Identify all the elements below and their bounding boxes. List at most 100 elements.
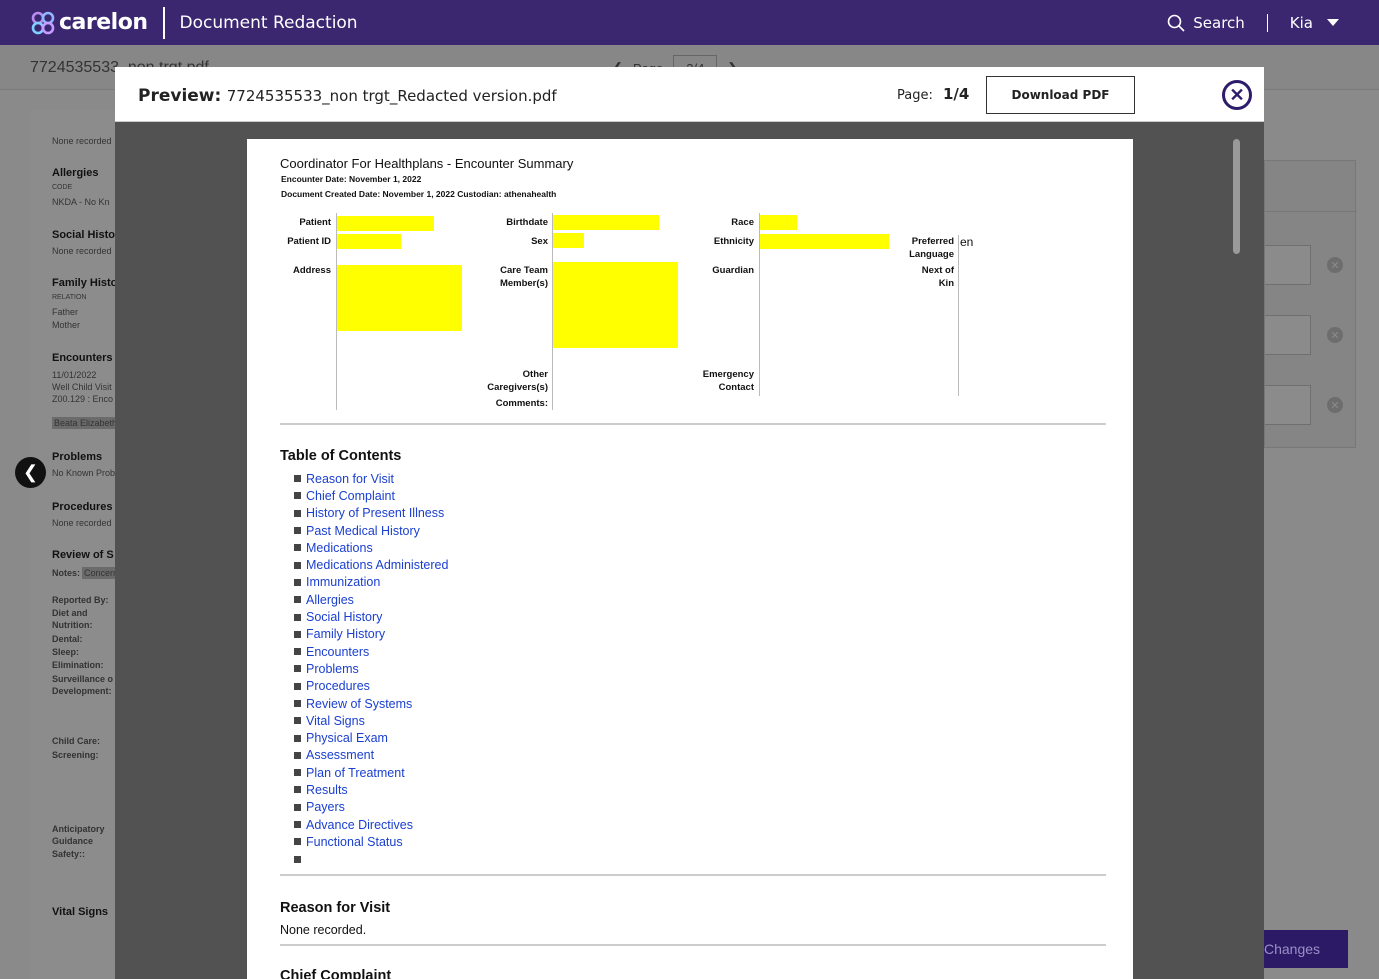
bullet-square-icon [294,544,301,552]
toc-link[interactable]: Allergies [306,593,354,607]
toc-link[interactable]: Problems [306,662,359,676]
toc-item[interactable]: Procedures [294,678,448,695]
header-divider-thin [1266,13,1268,32]
toc-link[interactable]: Advance Directives [306,818,413,832]
label-line: Other [522,369,548,380]
toc-item[interactable]: Past Medical History [294,522,448,539]
doc-text: Safety:: [52,849,86,859]
preview-label: Preview: [138,86,222,106]
close-icon[interactable]: ✕ [1222,80,1252,110]
toc-link[interactable]: Past Medical History [306,524,420,538]
label-birthdate: Birthdate [506,217,548,228]
toc-item[interactable]: Payers [294,799,448,816]
toc-link[interactable]: Immunization [306,575,380,589]
bullet-square-icon [294,734,301,742]
bullet-square-icon [294,821,301,829]
bullet-square-icon [294,492,301,500]
doc-text: NKDA - No Kn [52,197,110,207]
pdf-title: Coordinator For Healthplans - Encounter … [280,156,574,171]
toc-item[interactable]: Medications [294,539,448,556]
redaction-panel: ✕ ✕ ✕ [1264,160,1357,448]
toc-link[interactable]: Review of Systems [306,697,412,711]
page-indicator-label: Page: [897,88,933,103]
redaction-field[interactable] [1265,245,1311,285]
pdf-page: Coordinator For Healthplans - Encounter … [247,139,1133,979]
redaction-box [760,215,797,230]
remove-icon[interactable]: ✕ [1327,397,1343,413]
toc-link[interactable]: Results [306,783,348,797]
label-line: Next of [921,265,954,276]
toc-item[interactable]: Medications Administered [294,556,448,573]
save-changes-button[interactable]: Changes [1250,930,1348,968]
toc-link[interactable]: Social History [306,610,382,624]
carelon-logo[interactable]: carelon [30,10,148,36]
toc-link[interactable]: Encounters [306,645,369,659]
toc-item[interactable]: Allergies [294,591,448,608]
remove-icon[interactable]: ✕ [1327,257,1343,273]
label-care-team: Care Team Member(s) [447,264,548,290]
toc-link[interactable]: Functional Status [306,835,403,849]
toc-item[interactable]: Social History [294,608,448,625]
back-button[interactable]: ❮ [15,457,46,488]
user-menu[interactable]: Kia [1290,14,1339,32]
doc-text: Beata Elizabeth [52,417,120,429]
remove-icon[interactable]: ✕ [1327,327,1343,343]
toc-link[interactable]: History of Present Illness [306,506,444,520]
bullet-square-icon [294,561,301,569]
toc-item[interactable]: Functional Status [294,833,448,850]
label-patient: Patient [299,217,331,228]
toc-item[interactable]: Review of Systems [294,695,448,712]
toc-item[interactable]: Reason for Visit [294,470,448,487]
toc-item[interactable]: Vital Signs [294,712,448,729]
carelon-logo-icon [31,11,55,34]
toc-item[interactable]: Immunization [294,574,448,591]
toc-item[interactable]: Physical Exam [294,729,448,746]
label-guardian: Guardian [712,265,754,276]
redaction-field[interactable] [1265,385,1311,425]
label-other-caregivers: Other Caregivers(s) Comments: [447,368,548,410]
toc-link[interactable]: Physical Exam [306,731,388,745]
toc-item[interactable]: Results [294,781,448,798]
download-pdf-button[interactable]: Download PDF [986,76,1135,114]
toc-link[interactable]: Medications Administered [306,558,448,572]
toc-item[interactable]: Advance Directives [294,816,448,833]
scrollbar-thumb[interactable] [1233,139,1240,254]
toc-item[interactable]: Encounters [294,643,448,660]
doc-text: CODE [52,184,73,191]
label-line: Language [909,249,954,260]
user-name: Kia [1289,13,1313,32]
bullet-square-icon [294,769,301,777]
toc-link[interactable]: Reason for Visit [306,472,394,486]
label-ethnicity: Ethnicity [713,236,754,247]
toc-item[interactable]: History of Present Illness [294,505,448,522]
toc-link[interactable]: Plan of Treatment [306,766,405,780]
toc-link[interactable]: Chief Complaint [306,489,395,503]
header-divider [163,6,166,39]
chevron-left-icon: ❮ [22,462,39,482]
search-button[interactable]: Search [1167,14,1245,32]
toc-link[interactable]: Medications [306,541,373,555]
toc-link[interactable]: Procedures [306,679,370,693]
table-of-contents: Reason for Visit Chief Complaint History o… [294,470,448,868]
toc-item[interactable]: Family History [294,626,448,643]
toc-link[interactable]: Family History [306,627,385,641]
toc-link[interactable]: Assessment [306,748,374,762]
toc-link[interactable]: Vital Signs [306,714,365,728]
label-address: Address [292,265,331,276]
doc-text: None recorded [52,246,112,256]
toc-item[interactable]: Plan of Treatment [294,764,448,781]
toc-item[interactable]: Assessment [294,747,448,764]
redaction-box [553,215,659,230]
toc-link[interactable]: Payers [306,800,345,814]
page-indicator: Page: 1/4 [897,85,969,103]
redaction-field[interactable] [1265,315,1311,355]
label-line: Comments: [495,398,548,409]
doc-heading: Allergies [52,167,99,179]
toc-item[interactable]: Chief Complaint [294,487,448,504]
modal-header: Preview: 7724535533_non trgt_Redacted ve… [115,67,1264,122]
doc-heading: Review of S [52,549,114,561]
doc-heading: Vital Signs [52,906,109,918]
doc-text: Elimination: [52,660,104,670]
bullet-square-icon [294,682,301,690]
toc-item[interactable]: Problems [294,660,448,677]
